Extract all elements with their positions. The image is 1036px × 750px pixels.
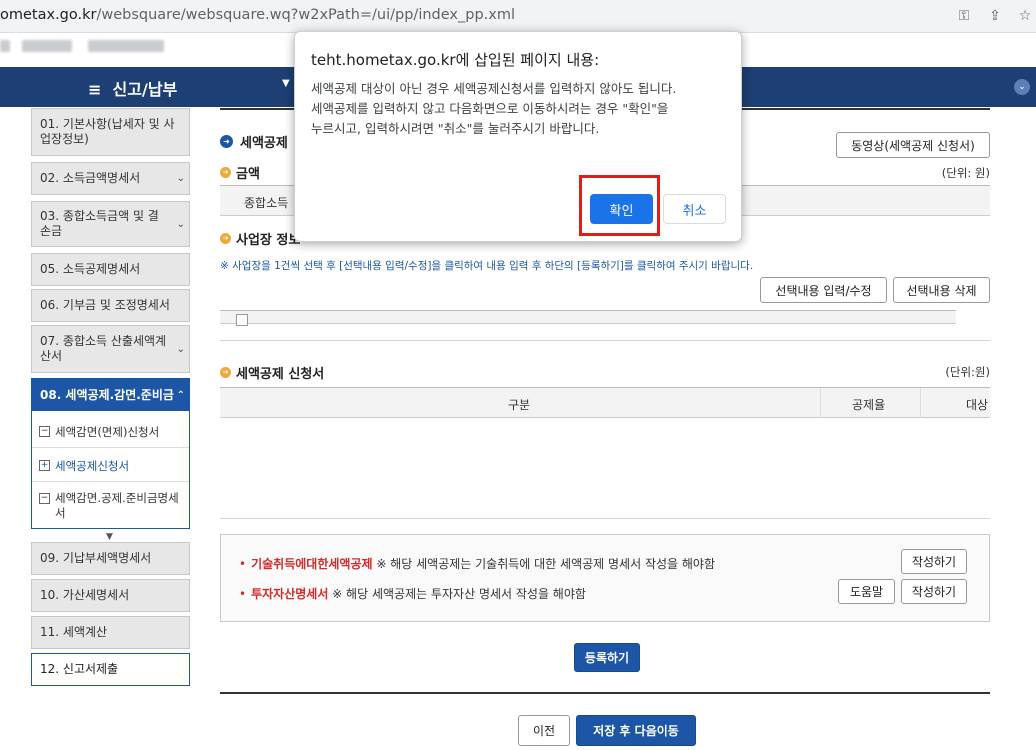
blurred-bookmark <box>0 40 10 52</box>
step-09[interactable]: 09. 기납부세액명세서 <box>31 542 190 575</box>
notice-text: ※ 사업장을 1건씩 선택 후 [선택내용 입력/수정]을 클릭하여 내용 입력… <box>220 260 754 272</box>
star-icon[interactable]: ☆ <box>1016 7 1034 25</box>
minus-icon: − <box>39 493 50 504</box>
divider <box>220 518 990 519</box>
dialog-message: 세액공제 대상이 아닌 경우 세액공제신청서를 입력하지 않아도 됩니다. 세액… <box>311 81 677 136</box>
prev-button[interactable]: 이전 <box>518 715 570 746</box>
write-invest-button[interactable]: 작성하기 <box>901 579 967 604</box>
chevron-down-icon: ⌄ <box>176 218 185 230</box>
write-tech-button[interactable]: 작성하기 <box>901 549 967 574</box>
delete-selected-button[interactable]: 선택내용 삭제 <box>893 277 990 303</box>
arrow-right-icon: ➜ <box>220 135 233 148</box>
save-next-button[interactable]: 저장 후 다음이동 <box>576 715 696 746</box>
credit-heading: ➜ 세액공제 신청서 <box>220 363 324 382</box>
step-05[interactable]: 05. 소득공제명세서 <box>31 253 190 286</box>
col-header: 공제율 <box>852 398 886 412</box>
ok-button[interactable]: 확인 <box>590 194 653 224</box>
step-10[interactable]: 10. 가산세명세서 <box>31 579 190 612</box>
info-box: • 기술취득에대한세액공제 ※ 해당 세액공제는 기술취득에 대한 세액공제 명세… <box>220 534 990 622</box>
biz-table-header <box>220 310 956 326</box>
info-line-tech: • 기술취득에대한세액공제 ※ 해당 세액공제는 기술취득에 대한 세액공제 명세… <box>239 557 716 571</box>
url-text[interactable]: ometax.go.kr/websquare/websquare.wq?w2xP… <box>0 7 515 23</box>
amount-heading: ➜ 금액 <box>220 163 260 182</box>
divider <box>32 447 189 448</box>
dialog-title: teht.hometax.go.kr에 삽입된 페이지 내용: <box>311 51 600 69</box>
step-11[interactable]: 11. 세액계산 <box>31 616 190 649</box>
cancel-button[interactable]: 취소 <box>663 194 726 224</box>
plus-icon: + <box>39 460 50 471</box>
chevron-down-icon: ⌄ <box>176 173 185 184</box>
select-all-checkbox[interactable] <box>236 314 248 326</box>
step-01[interactable]: 01. 기본사항(납세자 및 사업장정보) <box>31 108 190 156</box>
chevron-down-icon: ⌄ <box>176 343 185 355</box>
biz-heading: ➜ 사업장 정보 <box>220 229 300 248</box>
credit-unit: (단위:원) <box>945 365 990 379</box>
minus-icon: − <box>39 426 50 437</box>
share-icon[interactable]: ⇪ <box>986 7 1004 25</box>
arrow-right-icon: ➜ <box>220 367 231 378</box>
menu-title[interactable]: ≡ 신고/납부 <box>88 76 177 100</box>
confirm-dialog: teht.hometax.go.kr에 삽입된 페이지 내용: 세액공제 대상이… <box>294 31 742 242</box>
amount-unit: (단위: 원) <box>941 166 990 180</box>
help-button[interactable]: 도움말 <box>838 579 895 604</box>
dropdown-arrow-icon[interactable]: ▼ <box>282 78 290 89</box>
submenu-item-statement[interactable]: − 세액감면.공제.준비금명세서 <box>39 491 179 521</box>
divider <box>220 340 990 341</box>
section-title: ➜ 세액공제 <box>220 132 288 151</box>
divider <box>32 481 189 482</box>
col-header: 대상 <box>966 398 989 412</box>
step-08[interactable]: 08. 세액공제.감면.준비금 ⌃ <box>31 378 190 412</box>
down-arrow-icon: ▼ <box>106 532 113 542</box>
blurred-bookmark <box>22 40 72 52</box>
video-button[interactable]: 동영상(세액공제 신청서) <box>836 132 990 158</box>
col-header: 구분 <box>508 398 531 412</box>
chevron-up-icon: ⌃ <box>176 389 185 401</box>
submenu-item-tax-credit[interactable]: + 세액공제신청서 <box>39 458 129 474</box>
step-08-submenu: − 세액감면(면제)신청서 + 세액공제신청서 − 세액감면.공제.준비금명세서 <box>31 410 190 529</box>
credit-table-header: 구분 공제율 대상 <box>220 387 990 418</box>
arrow-right-icon: ➜ <box>220 167 231 178</box>
register-button[interactable]: 등록하기 <box>574 643 640 672</box>
key-icon[interactable]: ⚿ <box>955 7 973 25</box>
col-header: 종합소득 <box>244 196 289 210</box>
divider <box>220 692 990 694</box>
step-06[interactable]: 06. 기부금 및 조정명세서 <box>31 289 190 322</box>
step-12[interactable]: 12. 신고서제출 <box>31 653 190 686</box>
edit-selected-button[interactable]: 선택내용 입력/수정 <box>760 277 887 303</box>
address-bar[interactable]: ometax.go.kr/websquare/websquare.wq?w2xP… <box>0 0 1036 33</box>
step-07[interactable]: 07. 종합소득 산출세액계산서 ⌄ <box>31 325 190 373</box>
info-line-invest: • 투자자산명세서 ※ 해당 세액공제는 투자자산 명세서 작성을 해야함 <box>239 587 586 601</box>
submenu-item-tax-reduction[interactable]: − 세액감면(면제)신청서 <box>39 424 159 440</box>
step-02[interactable]: 02. 소득금액명세서 ⌄ <box>31 162 190 195</box>
nav-expand-icon[interactable]: ⌄ <box>1014 79 1030 95</box>
arrow-right-icon: ➜ <box>220 233 231 244</box>
blurred-bookmark <box>88 40 164 52</box>
step-03[interactable]: 03. 종합소득금액 및 결손금 ⌄ <box>31 201 190 247</box>
